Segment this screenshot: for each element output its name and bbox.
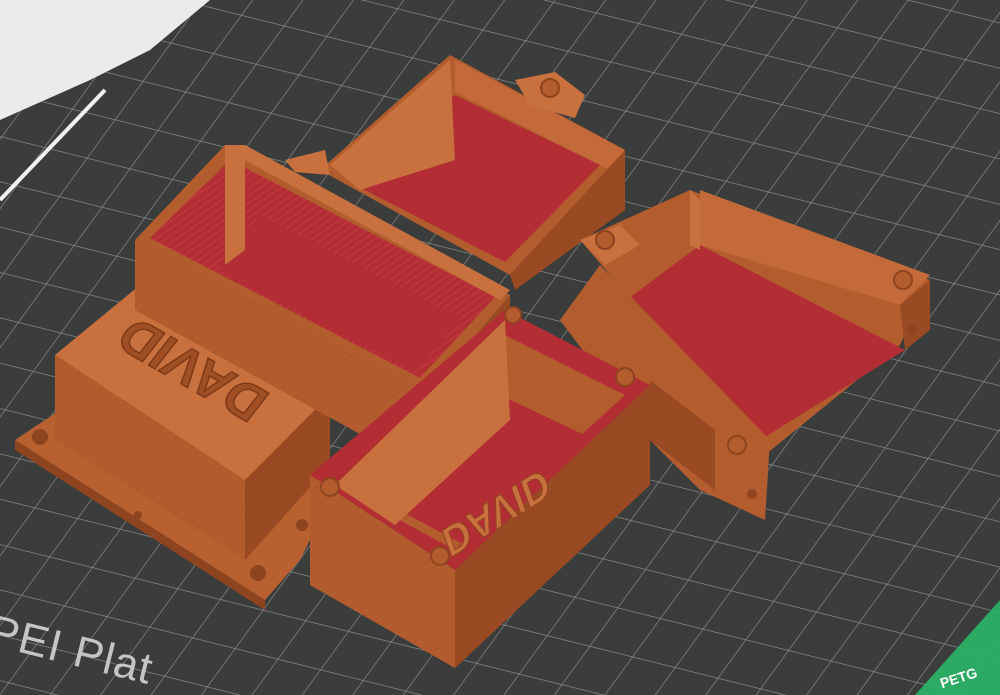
build-plate-scene: DAVID DAVID <box>0 0 1000 695</box>
slicer-viewport[interactable]: DAVID DAVID PEI Plat PETG <box>0 0 1000 695</box>
